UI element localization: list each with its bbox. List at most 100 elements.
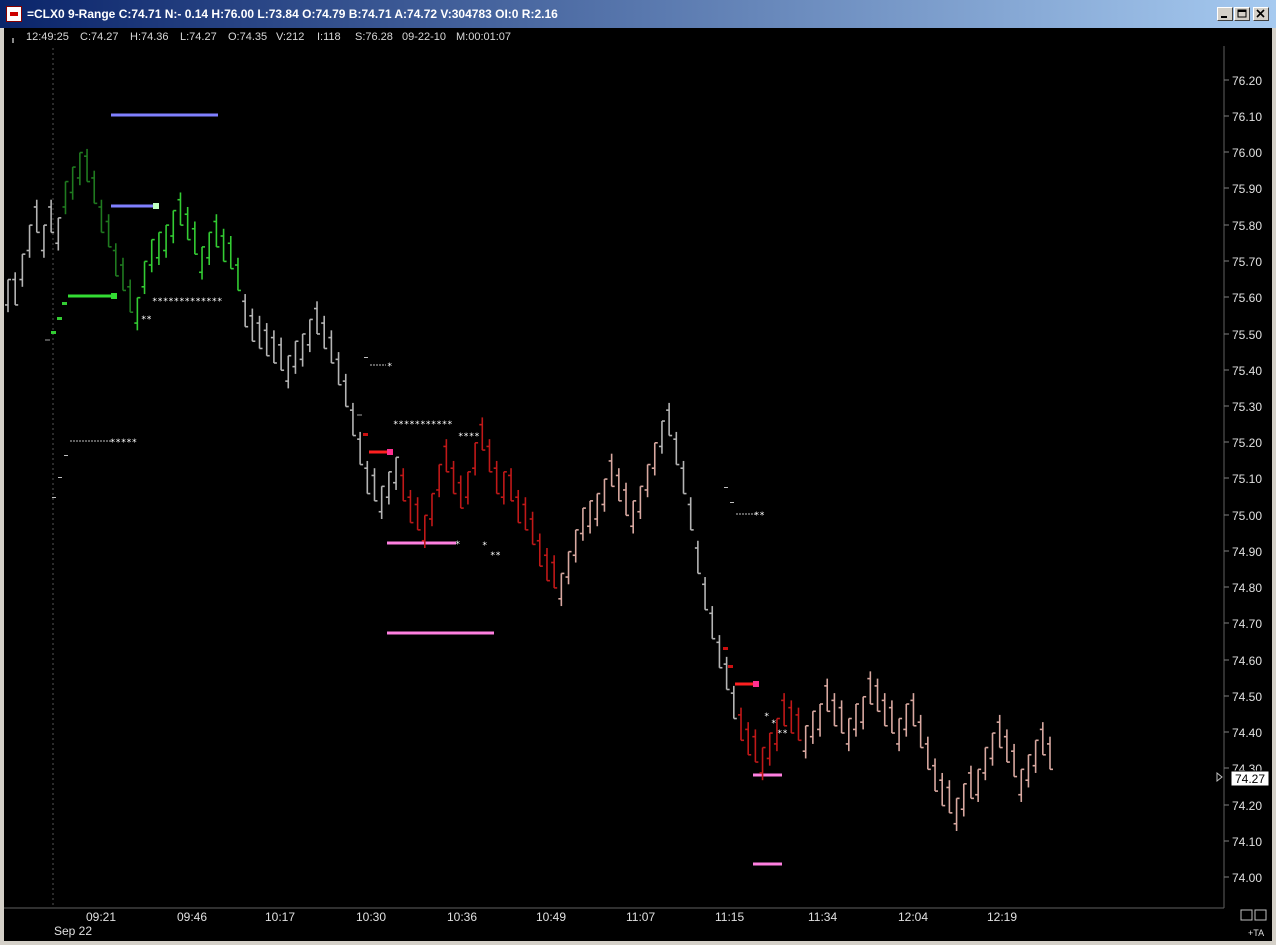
price-tick-label: 74.20 bbox=[1232, 799, 1262, 813]
price-bar bbox=[1011, 743, 1018, 778]
time-tick-label: 11:07 bbox=[626, 910, 655, 924]
info-volume: V:212 bbox=[276, 31, 304, 43]
price-bar bbox=[184, 206, 191, 241]
price-bar bbox=[299, 333, 306, 367]
price-bar bbox=[119, 257, 126, 292]
price-bar bbox=[917, 714, 924, 749]
info-high: H:74.36 bbox=[130, 31, 169, 43]
minimize-button[interactable] bbox=[1217, 7, 1233, 21]
price-bar bbox=[1018, 768, 1025, 802]
level-lines bbox=[68, 113, 782, 866]
price-bar bbox=[1032, 739, 1039, 773]
info-date: 09-22-10 bbox=[402, 31, 446, 43]
price-bar bbox=[12, 272, 19, 306]
price-bar bbox=[924, 736, 931, 771]
app-icon[interactable] bbox=[6, 6, 22, 22]
price-bar bbox=[134, 296, 141, 331]
time-tick-label: 10:36 bbox=[447, 910, 477, 924]
price-bar bbox=[694, 540, 701, 575]
signal-marker bbox=[753, 681, 759, 687]
price-bars[interactable] bbox=[5, 148, 1053, 831]
price-tick-label: 75.50 bbox=[1232, 328, 1262, 342]
price-bar bbox=[227, 236, 234, 270]
price-bar bbox=[896, 717, 903, 752]
time-axis[interactable]: Sep 22 09:21 09:46 10:17 10:30 10:36 10:… bbox=[54, 910, 1017, 938]
dash-marker bbox=[730, 502, 734, 503]
date-label: Sep 22 bbox=[54, 924, 92, 938]
price-bar bbox=[687, 497, 694, 531]
close-button[interactable] bbox=[1253, 7, 1269, 21]
price-bar bbox=[141, 260, 148, 295]
signal-marker bbox=[387, 449, 393, 455]
info-settle: S:76.28 bbox=[355, 31, 393, 43]
price-bar bbox=[314, 301, 321, 335]
dash-marker bbox=[57, 317, 62, 320]
panel-toggle-button[interactable] bbox=[1240, 909, 1253, 921]
info-bar: 12:49:25 C:74.27 H:74.36 L:74.27 O:74.35… bbox=[26, 31, 511, 43]
price-bar bbox=[587, 500, 594, 534]
price-bar bbox=[493, 460, 500, 495]
price-bar bbox=[946, 780, 953, 814]
price-bar bbox=[400, 468, 407, 502]
price-bar bbox=[69, 166, 76, 200]
price-bar bbox=[874, 678, 881, 713]
time-tick-label: 12:04 bbox=[898, 910, 928, 924]
price-bar bbox=[558, 572, 565, 607]
price-bar bbox=[766, 732, 773, 766]
price-axis[interactable]: 76.20 76.10 76.00 75.90 75.80 75.70 75.6… bbox=[1224, 74, 1262, 885]
info-bar-marker bbox=[12, 38, 14, 43]
window-titlebar[interactable]: =CLX0 9-Range C:74.71 N:- 0.14 H:76.00 L… bbox=[0, 0, 1276, 28]
price-bar bbox=[127, 279, 134, 313]
price-bar bbox=[888, 700, 895, 734]
star-marker: * bbox=[387, 362, 392, 372]
price-bar bbox=[98, 199, 105, 234]
price-bar bbox=[651, 441, 658, 476]
price-bar bbox=[148, 238, 155, 273]
panel-toggle-button[interactable] bbox=[1254, 909, 1267, 921]
dash-marker bbox=[357, 414, 362, 416]
price-chart[interactable]: 12:49:25 C:74.27 H:74.36 L:74.27 O:74.35… bbox=[4, 28, 1272, 941]
price-bar bbox=[357, 431, 364, 466]
price-bar bbox=[450, 460, 457, 495]
price-bar bbox=[508, 468, 515, 502]
price-bar bbox=[371, 468, 378, 502]
price-bar bbox=[1047, 736, 1053, 771]
minimize-icon bbox=[1221, 16, 1227, 18]
price-bar bbox=[817, 703, 824, 737]
dash-markers bbox=[45, 302, 756, 668]
info-time: 12:49:25 bbox=[26, 31, 69, 43]
price-tick-label: 74.40 bbox=[1232, 726, 1262, 740]
chart-area[interactable]: 12:49:25 C:74.27 H:74.36 L:74.27 O:74.35… bbox=[4, 28, 1272, 941]
price-tick-label: 75.20 bbox=[1232, 436, 1262, 450]
ta-button[interactable]: +TA bbox=[1248, 928, 1264, 938]
price-bar bbox=[601, 478, 608, 512]
star-marker: *********** bbox=[393, 420, 453, 430]
price-bar bbox=[838, 700, 845, 734]
price-bar bbox=[860, 695, 867, 730]
price-bar bbox=[623, 482, 630, 517]
price-bar bbox=[91, 170, 98, 205]
price-bar bbox=[881, 693, 888, 727]
price-bar bbox=[852, 703, 859, 737]
price-bar bbox=[500, 471, 507, 505]
star-marker: ** bbox=[141, 315, 152, 325]
price-bar bbox=[213, 214, 220, 248]
price-bar bbox=[824, 678, 831, 713]
price-bar bbox=[263, 323, 270, 357]
time-tick-label: 11:34 bbox=[808, 910, 837, 924]
price-bar bbox=[658, 420, 665, 454]
price-bar bbox=[809, 710, 816, 744]
star-marker: ** bbox=[490, 551, 501, 561]
price-bar bbox=[249, 308, 256, 343]
price-bar bbox=[932, 758, 939, 792]
price-bar bbox=[199, 246, 206, 280]
price-bar bbox=[536, 533, 543, 567]
star-marker: ************* bbox=[152, 297, 222, 307]
price-bar bbox=[543, 548, 550, 582]
maximize-button[interactable] bbox=[1234, 7, 1250, 21]
price-bar bbox=[752, 729, 759, 763]
price-bar bbox=[788, 700, 795, 734]
signal-marker bbox=[153, 203, 159, 209]
price-bar bbox=[982, 746, 989, 781]
price-bar bbox=[328, 330, 335, 364]
